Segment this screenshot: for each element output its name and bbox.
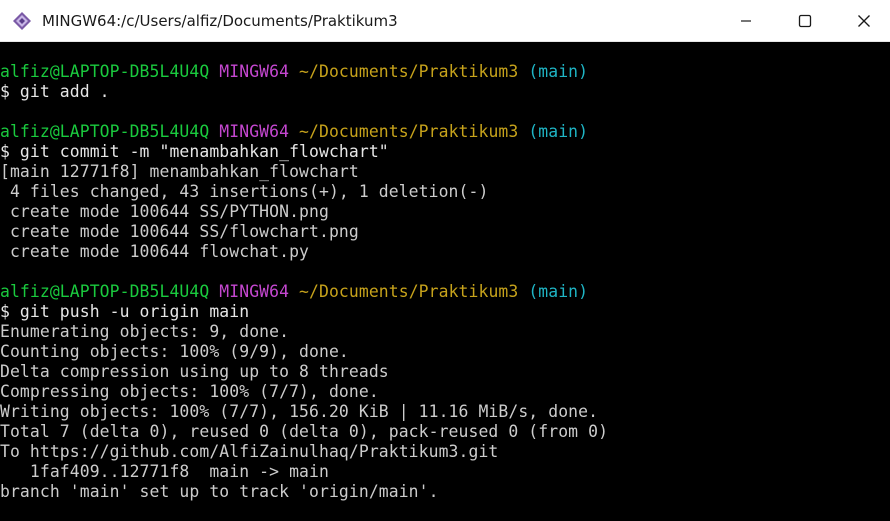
output-line: create mode 100644 flowchat.py bbox=[0, 242, 310, 261]
output-line: [main 12771f8] menambahkan_flowchart bbox=[0, 162, 359, 181]
prompt-branch: (main) bbox=[528, 282, 589, 301]
output-line: 1faf409..12771f8 main -> main bbox=[0, 462, 329, 481]
output-line: Enumerating objects: 9, done. bbox=[0, 322, 290, 341]
output-line: Delta compression using up to 8 threads bbox=[0, 362, 389, 381]
prompt-user-host: alfiz@LAPTOP-DB5L4U4Q bbox=[0, 62, 210, 81]
terminal-window: MINGW64:/c/Users/alfiz/Documents/Praktik… bbox=[0, 0, 890, 521]
command-line: $ git commit -m "menambahkan_flowchart" bbox=[0, 142, 389, 161]
output-line: Compressing objects: 100% (7/7), done. bbox=[0, 382, 379, 401]
maximize-button[interactable] bbox=[782, 0, 828, 42]
maximize-icon bbox=[798, 14, 812, 27]
terminal-output[interactable]: alfiz@LAPTOP-DB5L4U4Q MINGW64 ~/Document… bbox=[0, 42, 890, 521]
command-line: $ git push -u origin main bbox=[0, 302, 250, 321]
prompt-line: alfiz@LAPTOP-DB5L4U4Q MINGW64 ~/Document… bbox=[0, 62, 890, 82]
output-line: Total 7 (delta 0), reused 0 (delta 0), p… bbox=[0, 422, 609, 441]
prompt-shell: MINGW64 bbox=[219, 62, 290, 81]
command-line: $ git add . bbox=[0, 82, 110, 101]
prompt-path: ~/Documents/Praktikum3 bbox=[299, 62, 519, 81]
prompt-branch: (main) bbox=[528, 62, 589, 81]
prompt-shell: MINGW64 bbox=[219, 282, 290, 301]
output-line: Writing objects: 100% (7/7), 156.20 KiB … bbox=[0, 402, 599, 421]
output-line: branch 'main' set up to track 'origin/ma… bbox=[0, 482, 439, 501]
mingw-diamond-icon bbox=[10, 9, 34, 33]
output-line: 4 files changed, 43 insertions(+), 1 del… bbox=[0, 182, 489, 201]
prompt-path: ~/Documents/Praktikum3 bbox=[299, 122, 519, 141]
window-title: MINGW64:/c/Users/alfiz/Documents/Praktik… bbox=[42, 11, 398, 30]
prompt-user-host: alfiz@LAPTOP-DB5L4U4Q bbox=[0, 282, 210, 301]
minimize-icon bbox=[741, 19, 751, 22]
title-bar[interactable]: MINGW64:/c/Users/alfiz/Documents/Praktik… bbox=[0, 0, 890, 42]
prompt-line: alfiz@LAPTOP-DB5L4U4Q MINGW64 ~/Document… bbox=[0, 282, 890, 302]
window-controls bbox=[710, 0, 890, 42]
output-line: create mode 100644 SS/flowchart.png bbox=[0, 222, 359, 241]
output-line: create mode 100644 SS/PYTHON.png bbox=[0, 202, 329, 221]
close-icon bbox=[858, 14, 870, 27]
prompt-user-host: alfiz@LAPTOP-DB5L4U4Q bbox=[0, 122, 210, 141]
close-button[interactable] bbox=[841, 0, 887, 42]
prompt-branch: (main) bbox=[528, 122, 589, 141]
output-line: Counting objects: 100% (9/9), done. bbox=[0, 342, 349, 361]
prompt-shell: MINGW64 bbox=[219, 122, 290, 141]
output-line: To https://github.com/AlfiZainulhaq/Prak… bbox=[0, 442, 499, 461]
minimize-button[interactable] bbox=[723, 0, 769, 42]
prompt-line: alfiz@LAPTOP-DB5L4U4Q MINGW64 ~/Document… bbox=[0, 122, 890, 142]
prompt-path: ~/Documents/Praktikum3 bbox=[299, 282, 519, 301]
